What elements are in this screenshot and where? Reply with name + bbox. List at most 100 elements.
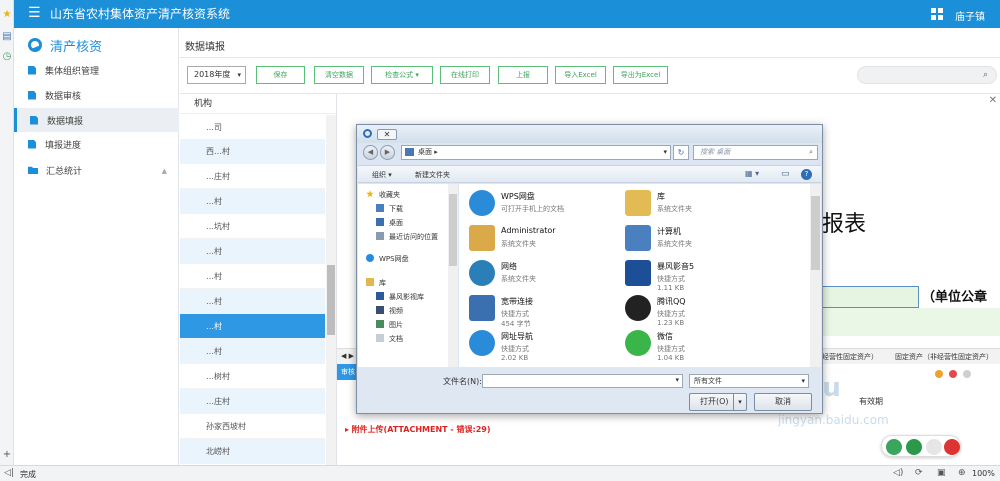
attachment-error[interactable]: ▸ 附件上传(ATTACHMENT - 错误:29) (345, 424, 490, 435)
floating-widget[interactable] (881, 435, 961, 457)
tab-operating-assets[interactable]: 经营性固定资产） (822, 352, 878, 362)
nav-scrollbar[interactable] (448, 184, 458, 367)
file-item[interactable]: 腾讯QQ 快捷方式 1.23 KB (625, 293, 775, 327)
open-dropdown-icon[interactable]: ▾ (733, 394, 746, 410)
dialog-titlebar[interactable]: 打开 ✕ (357, 125, 822, 143)
nav-favorites[interactable]: 收藏夹 (366, 188, 400, 202)
org-row[interactable]: 西…村 (180, 139, 325, 164)
org-row[interactable]: …村 (180, 339, 325, 364)
org-row[interactable]: …坑村 (180, 214, 325, 239)
page-icon[interactable]: ▣ (937, 468, 946, 478)
refresh-button[interactable]: ↻ (673, 145, 689, 160)
sidebar-item-data-entry[interactable]: 数据填报 (14, 108, 179, 132)
org-row[interactable]: …庄村 (180, 164, 325, 189)
toolbar-search[interactable]: ⌕ (857, 66, 997, 84)
open-button[interactable]: 打开(O) ▾ (689, 393, 747, 411)
help-icon[interactable]: ? (801, 169, 812, 180)
scrollbar-thumb[interactable] (449, 194, 457, 266)
file-item[interactable]: 计算机 系统文件夹 (625, 223, 775, 255)
org-row[interactable]: …庄村 (180, 389, 325, 414)
org-row[interactable]: …村 (180, 264, 325, 289)
file-item[interactable]: 网络 系统文件夹 (469, 258, 619, 290)
chat-icon[interactable] (886, 439, 902, 455)
org-row[interactable]: …村 (180, 289, 325, 314)
file-scrollbar[interactable] (810, 184, 821, 367)
preview-pane-icon[interactable]: ▭ (781, 169, 790, 179)
scrollbar-thumb[interactable] (327, 265, 335, 335)
dialog-search-input[interactable]: 搜索 桌面 ⌕ (693, 145, 818, 160)
scrollbar-thumb[interactable] (811, 196, 820, 270)
chevron-down-icon[interactable]: ▾ (675, 376, 679, 384)
nav-libraries[interactable]: 库 (366, 276, 386, 290)
filename-input[interactable]: ▾ (482, 374, 683, 388)
book-icon[interactable]: ▤ (2, 32, 12, 42)
sound-icon[interactable]: ◁) (893, 468, 903, 478)
maximize-dot-icon[interactable] (963, 370, 971, 378)
gear-icon[interactable] (926, 439, 942, 455)
path-field[interactable]: 桌面 ▸ ▾ (401, 145, 671, 160)
nav-storm-library[interactable]: 暴风影视库 (376, 290, 424, 304)
new-folder-button[interactable]: 新建文件夹 (415, 170, 450, 180)
save-button[interactable]: 保存 (256, 66, 305, 84)
notify-icon[interactable] (944, 439, 960, 455)
nav-downloads[interactable]: 下载 (376, 202, 403, 216)
nav-documents[interactable]: 文档 (376, 332, 403, 346)
close-icon[interactable]: ✕ (989, 95, 997, 106)
sidebar-item-progress[interactable]: 填报进度 (14, 132, 179, 156)
file-item[interactable]: 宽带连接 快捷方式 454 字节 (469, 293, 619, 328)
org-row[interactable]: 北崂村 (180, 439, 325, 464)
chevron-down-icon[interactable]: ▾ (663, 146, 667, 159)
filetype-select[interactable]: 所有文件 ▾ (689, 374, 809, 388)
tab-prev-icon[interactable]: ◀ ▶ (341, 352, 354, 360)
export-excel-button[interactable]: 导出为Excel (613, 66, 668, 84)
nav-wps-drive[interactable]: WPS网盘 (366, 252, 409, 266)
report-cell[interactable] (822, 286, 919, 308)
zoom-level[interactable]: 100% (972, 469, 995, 478)
org-row[interactable]: …村 (180, 314, 325, 339)
file-item[interactable]: 暴风影音5 快捷方式 1.11 KB (625, 258, 775, 292)
file-item[interactable]: 库系统文件夹 (625, 188, 775, 220)
star-icon[interactable]: ★ (2, 10, 12, 20)
year-select[interactable]: 2018年度 ▾ (187, 66, 246, 84)
organize-menu[interactable]: 组织 ▾ (372, 170, 392, 180)
clear-data-button[interactable]: 清空数据 (314, 66, 364, 84)
refresh-icon[interactable]: ⟳ (915, 468, 923, 478)
nav-recent[interactable]: 最近访问的位置 (376, 230, 438, 244)
nav-back-icon[interactable]: ◁| (4, 468, 14, 478)
import-excel-button[interactable]: 导入Excel (555, 66, 606, 84)
forward-arrow-icon[interactable]: ▶ (380, 145, 395, 160)
org-row[interactable]: …树村 (180, 364, 325, 389)
org-row[interactable]: …村 (180, 189, 325, 214)
tab-nonoperating-assets[interactable]: 固定资产（非经营性固定资产） (895, 352, 993, 362)
check-formula-button[interactable]: 检查公式 ▾ (371, 66, 433, 84)
nav-desktop[interactable]: 桌面 (376, 216, 403, 230)
org-row[interactable]: …村 (180, 239, 325, 264)
org-row[interactable]: …司 (180, 115, 325, 140)
back-arrow-icon[interactable]: ◀ (363, 145, 378, 160)
add-icon[interactable]: + (2, 450, 12, 460)
minimize-dot-icon[interactable] (935, 370, 943, 378)
cancel-button[interactable]: 取消 (754, 393, 812, 411)
sidebar-item-org-mgmt[interactable]: 集体组织管理 (14, 58, 179, 82)
org-scrollbar[interactable] (326, 115, 336, 465)
share-icon[interactable] (906, 439, 922, 455)
zoom-icon[interactable]: ⊕ (958, 468, 966, 478)
submit-button[interactable]: 上报 (498, 66, 548, 84)
print-online-button[interactable]: 在线打印 (440, 66, 490, 84)
close-dot-icon[interactable] (949, 370, 957, 378)
file-item[interactable]: 微信 快捷方式 1.04 KB (625, 328, 775, 362)
nav-videos[interactable]: 视频 (376, 304, 403, 318)
nav-pictures[interactable]: 图片 (376, 318, 403, 332)
dialog-close-button[interactable]: ✕ (377, 129, 397, 140)
file-item[interactable]: Administrator 系统文件夹 (469, 223, 619, 255)
user-name[interactable]: 庙子镇 (955, 8, 985, 23)
clock-icon[interactable]: ◷ (2, 52, 12, 62)
org-row[interactable]: 孙家西坡村 (180, 414, 325, 439)
menu-icon[interactable]: ☰ (28, 5, 41, 21)
apps-grid-icon[interactable] (931, 8, 943, 20)
sidebar-item-data-review[interactable]: 数据审核 (14, 83, 179, 107)
file-item[interactable]: WPS网盘 可打开手机上的文档 (469, 188, 619, 220)
file-item[interactable]: 网址导航 快捷方式 2.02 KB (469, 328, 619, 362)
view-options-icon[interactable]: ▦ ▾ (745, 169, 759, 178)
sidebar-item-summary[interactable]: 汇总统计 ▲ (14, 158, 179, 182)
